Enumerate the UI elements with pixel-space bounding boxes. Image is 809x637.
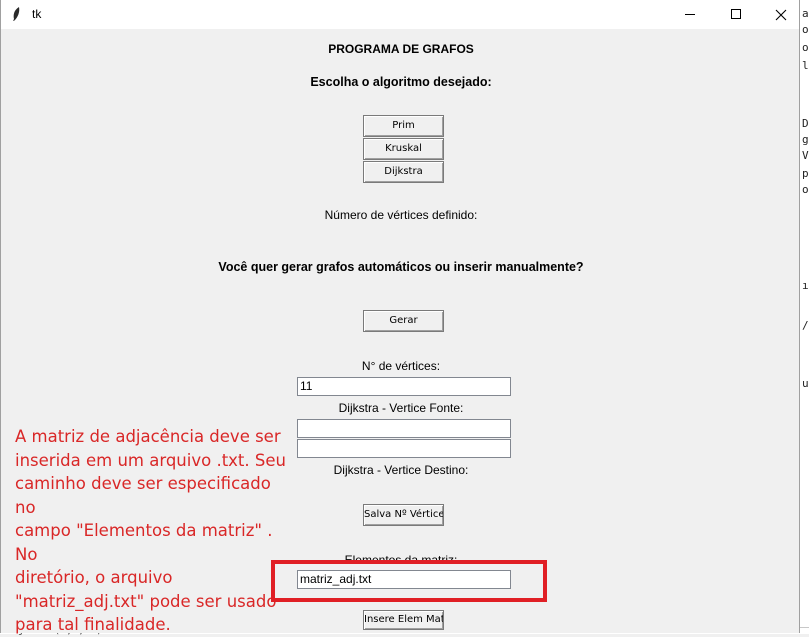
annotation-line: inserida em um arquivo .txt. Seu [15,450,286,470]
background-editor-strip: a o o l D g V p o ı / u [799,0,809,633]
annotation-note: A matriz de adjacência deve ser inserida… [15,425,295,637]
bg-fragment: p [802,167,809,180]
close-button[interactable] [758,0,804,29]
tk-window: tk PROGRAMA DE GRAFOS Escolha o algoritm… [0,0,800,634]
bg-fragment: g [802,133,809,146]
kruskal-button[interactable]: Kruskal [363,138,444,160]
minimize-icon [684,14,695,15]
num-vertices-label: N° de vértices: [361,359,441,373]
annotation-line: "matriz_adj.txt" pode ser usado [15,591,277,611]
bg-fragment: ı [802,279,809,292]
bg-fragment: o [802,183,809,196]
prim-button[interactable]: Prim [363,115,444,137]
dest-vertex-input[interactable] [297,439,511,458]
maximize-icon [730,9,741,19]
annotation-line: diretório, o arquivo [15,568,173,587]
generate-button[interactable]: Gerar [363,310,444,332]
bg-fragment: V [802,149,809,162]
bg-fragment: / [802,319,809,332]
title-bar[interactable]: tk [1,0,799,29]
annotation-line: campo "Elementos da matriz" . No [15,521,273,564]
window-title: tk [32,7,42,21]
dijkstra-button[interactable]: Dijkstra [363,161,444,183]
maximize-button[interactable] [713,0,759,29]
insert-matrix-button[interactable]: Insere Elem Matriz [363,610,444,630]
num-vertices-input[interactable]: 11 [297,377,511,396]
source-vertex-label: Dijkstra - Vertice Fonte: [338,401,464,415]
annotation-line: A matriz de adjacência deve ser [15,427,281,446]
algorithm-prompt: Escolha o algoritmo desejado: [310,75,492,89]
bg-fragment: u [802,377,809,390]
minimize-button[interactable] [667,0,713,29]
save-vertices-button[interactable]: Salva Nº Vértices [363,504,444,526]
page-title: PROGRAMA DE GRAFOS [328,42,474,56]
annotation-highlight-box [271,560,547,602]
bg-fragment: D [802,117,809,130]
source-vertex-input[interactable] [297,419,511,438]
bg-fragment: l [802,59,809,72]
vertices-defined-label: Número de vértices definido: [324,208,478,222]
close-icon [775,9,787,20]
mode-question: Você quer gerar grafos automáticos ou in… [218,260,584,274]
bg-fragment: o [802,41,809,54]
tk-feather-icon [13,7,20,21]
annotation-line: caminho deve ser especificado no [15,474,271,517]
